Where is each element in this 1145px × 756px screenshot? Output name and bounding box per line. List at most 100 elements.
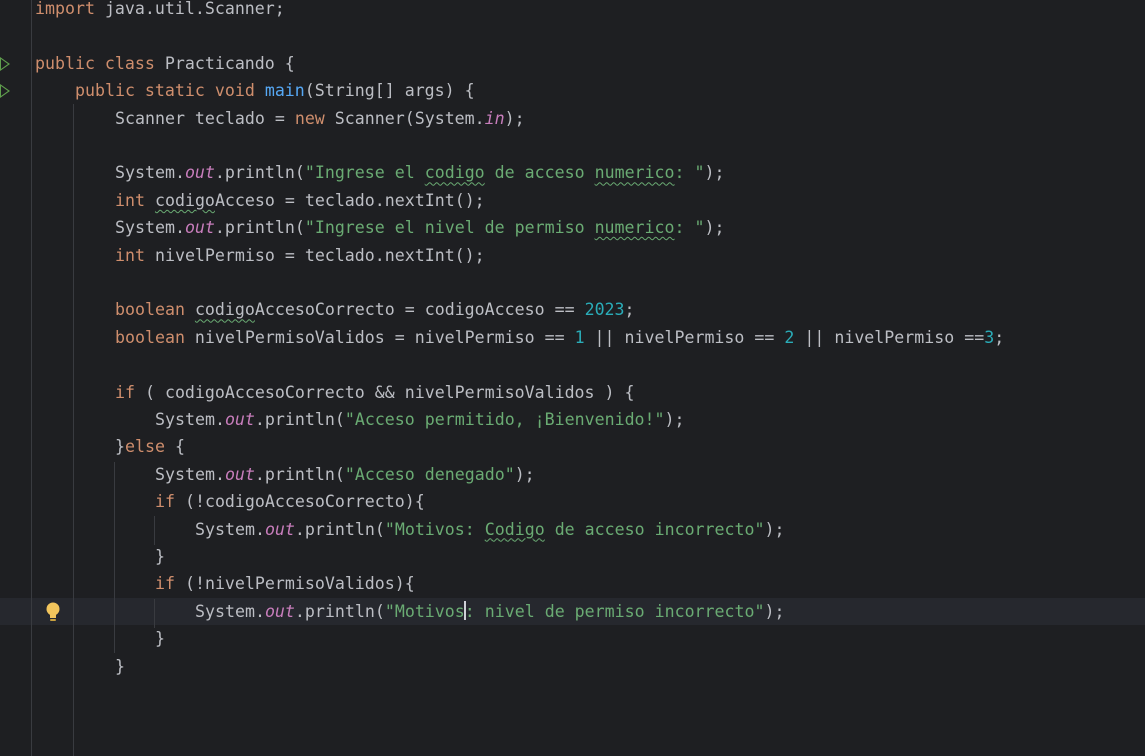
- code-token: );: [704, 163, 725, 183]
- code-token: Practicando {: [154, 53, 295, 73]
- code-token: public class: [35, 53, 155, 73]
- code-line[interactable]: }: [115, 653, 125, 680]
- code-token: : nivel de permiso incorrecto": [464, 601, 765, 621]
- code-token: Codigo: [484, 519, 545, 539]
- code-line[interactable]: System.out.println("Motivos: Codigo de a…: [195, 516, 784, 543]
- run-gutter-icon[interactable]: [0, 56, 10, 71]
- code-line[interactable]: boolean nivelPermisoValidos = nivelPermi…: [115, 324, 1004, 351]
- code-token: "Acceso denegado": [344, 464, 515, 484]
- code-token: );: [764, 519, 785, 539]
- code-token: Acceso = teclado.nextInt();: [214, 190, 485, 210]
- code-token: }: [115, 437, 125, 457]
- code-token: if: [115, 382, 135, 402]
- code-token: de acceso incorrecto": [544, 519, 765, 539]
- code-line[interactable]: }: [155, 625, 165, 652]
- code-token: Scanner teclado =: [115, 108, 295, 128]
- code-line[interactable]: import java.util.Scanner;: [35, 0, 285, 22]
- code-token: codigo: [194, 300, 255, 320]
- code-token: out: [264, 519, 295, 539]
- code-token: );: [764, 601, 785, 621]
- code-line[interactable]: }else {: [115, 433, 185, 460]
- code-token: || nivelPermiso ==: [584, 327, 785, 347]
- code-token: : ": [674, 163, 705, 183]
- code-token: numerico: [594, 218, 675, 238]
- code-token: else: [125, 437, 165, 457]
- code-token: : ": [674, 218, 705, 238]
- code-token: ( codigoAccesoCorrecto && nivelPermisoVa…: [134, 382, 635, 402]
- code-token: numerico: [594, 163, 675, 183]
- code-token: if: [155, 574, 175, 594]
- code-token: }: [115, 656, 125, 676]
- code-token: System.: [155, 410, 225, 429]
- code-token: boolean: [115, 327, 185, 347]
- code-line[interactable]: if (!nivelPermisoValidos){: [155, 570, 415, 597]
- code-token: "Motivos: [384, 601, 465, 621]
- code-token: .println(: [214, 163, 305, 183]
- code-token: }: [155, 629, 165, 649]
- code-token: .println(: [294, 601, 385, 621]
- code-token: import: [35, 0, 95, 18]
- code-token: boolean: [115, 300, 185, 320]
- code-editor[interactable]: import java.util.Scanner; public class Pr…: [0, 0, 1145, 756]
- code-line[interactable]: boolean codigoAccesoCorrecto = codigoAcc…: [115, 296, 635, 323]
- code-token: }: [155, 547, 165, 566]
- code-token: codigo: [424, 163, 485, 183]
- code-line[interactable]: if ( codigoAccesoCorrecto && nivelPermis…: [115, 379, 635, 406]
- code-token: out: [184, 218, 215, 238]
- code-token: || nivelPermiso ==: [794, 327, 985, 347]
- code-token: "Ingrese el nivel de permiso: [304, 218, 595, 238]
- lightbulb-icon[interactable]: [44, 601, 62, 623]
- code-token: 2023: [584, 300, 625, 320]
- code-token: de acceso: [484, 163, 595, 183]
- code-token: 2: [784, 327, 795, 347]
- code-line[interactable]: if (!codigoAccesoCorrecto){: [155, 488, 425, 515]
- code-token: );: [514, 464, 535, 484]
- indent-guide: [154, 516, 155, 545]
- code-line[interactable]: int codigoAcceso = teclado.nextInt();: [115, 187, 485, 214]
- code-line[interactable]: int nivelPermiso = teclado.nextInt();: [115, 242, 485, 269]
- code-token: {: [164, 437, 185, 457]
- code-line[interactable]: System.out.println("Motivos: nivel de pe…: [195, 598, 784, 625]
- code-token: int: [115, 190, 145, 210]
- code-token: 1: [574, 327, 585, 347]
- code-token: Scanner(System.: [324, 108, 485, 128]
- code-token: out: [264, 601, 295, 621]
- code-token: nivelPermisoValidos = nivelPermiso ==: [184, 327, 575, 347]
- code-token: .println(: [294, 519, 385, 539]
- indent-guide: [73, 104, 74, 756]
- code-token: (String[] args) {: [304, 81, 475, 101]
- code-line[interactable]: System.out.println("Acceso denegado");: [155, 461, 535, 488]
- code-token: .println(: [254, 410, 345, 429]
- code-line[interactable]: }: [155, 543, 165, 570]
- code-token: ;: [624, 300, 635, 320]
- code-token: (!codigoAccesoCorrecto){: [174, 492, 425, 512]
- code-token: out: [224, 410, 255, 429]
- indent-guide: [154, 599, 155, 628]
- code-line[interactable]: public class Practicando {: [35, 50, 295, 77]
- run-gutter-icon[interactable]: [0, 84, 10, 99]
- code-line[interactable]: public static void main(String[] args) {: [75, 77, 475, 104]
- code-line[interactable]: System.out.println("Acceso permitido, ¡B…: [155, 406, 685, 433]
- code-token: (!nivelPermisoValidos){: [174, 574, 415, 594]
- code-token: nivelPermiso = teclado.nextInt();: [144, 245, 485, 265]
- code-token: );: [664, 410, 685, 429]
- code-line[interactable]: Scanner teclado = new Scanner(System.in)…: [115, 105, 525, 132]
- code-token: main: [264, 81, 305, 101]
- code-line[interactable]: System.out.println("Ingrese el nivel de …: [115, 214, 724, 241]
- code-token: AccesoCorrecto = codigoAcceso ==: [254, 300, 585, 320]
- code-token: ;: [994, 327, 1005, 347]
- code-line[interactable]: System.out.println("Ingrese el codigo de…: [115, 159, 725, 186]
- code-token: out: [224, 464, 255, 484]
- code-token: System.: [115, 163, 185, 183]
- code-token: java.util.Scanner;: [94, 0, 285, 18]
- code-token: "Ingrese el: [304, 163, 425, 183]
- code-token: .println(: [254, 464, 345, 484]
- code-token: );: [704, 218, 725, 238]
- code-token: .println(: [214, 218, 305, 238]
- code-token: );: [504, 108, 525, 128]
- code-token: System.: [195, 519, 265, 539]
- code-token: public static void: [75, 81, 255, 101]
- code-token: System.: [195, 601, 265, 621]
